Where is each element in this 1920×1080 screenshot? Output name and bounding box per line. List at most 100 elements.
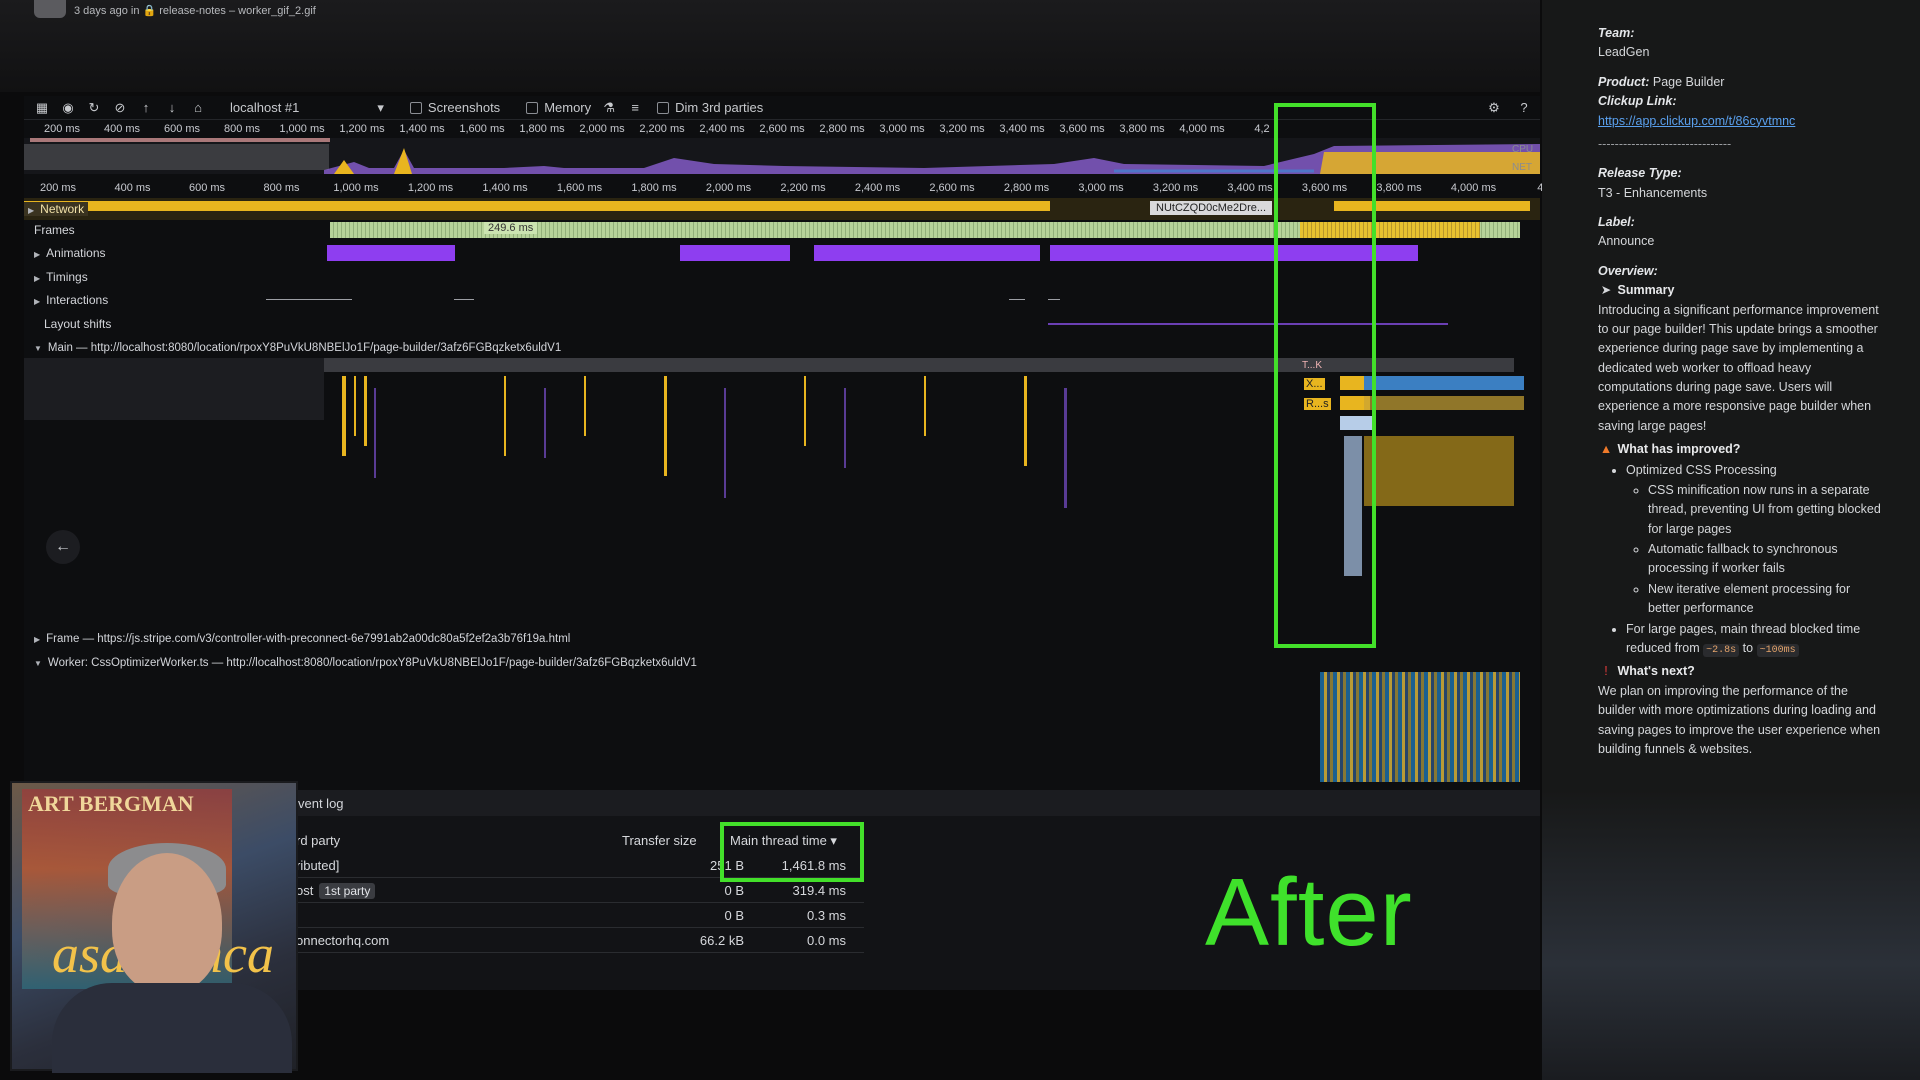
summary-heading: Summary [1617,283,1675,298]
help-icon[interactable]: ? [1516,100,1532,116]
poster-title: ART BERGMAN [28,791,194,816]
ruler-tick-label: 800 ms [223,123,261,135]
first-party-badge: 1st party [319,883,376,899]
ruler-tick-label: 1,400 ms [399,123,445,135]
ruler-tick-label: 1,600 ms [556,182,603,194]
list-item: Automatic fallback to synchronous proces… [1648,540,1882,579]
network-request-tag[interactable]: NUtCZQD0cMe2Dre... [1150,201,1273,215]
reload-icon[interactable]: ↻ [86,100,102,116]
interactions-label: Interactions [46,293,109,307]
ruler-tick-label: 400 ms [103,123,141,135]
worker-track[interactable]: ▼ Worker: CssOptimizerWorker.ts — http://… [24,652,1540,674]
frame-duration-tag: 249.6 ms [484,222,538,234]
ruler-tick-label: 1,000 ms [279,123,325,135]
tab-event-log[interactable]: vent log [298,796,344,811]
net-label: NET [1512,162,1532,173]
worker-label: Worker: CssOptimizerWorker.ts — http://l… [47,657,697,669]
ruler-tick-label: 3,000 ms [1078,182,1124,194]
ruler-tick-label: 3,400 ms [1227,182,1273,194]
settings-gear-icon[interactable]: ⚙ [1486,100,1502,116]
timings-label: Timings [46,270,88,284]
avatar[interactable] [34,0,66,18]
memory-checkbox[interactable]: Memory [526,100,591,115]
worker-flame-chart[interactable] [1320,672,1520,782]
product-value: Page Builder [1652,74,1725,89]
ruler-tick-label: 2,800 ms [819,123,865,135]
expand-triangle-icon[interactable]: ▶ [34,635,40,644]
message-header: 3 days ago in 🔒 release-notes – worker_g… [0,0,1540,92]
release-type-value: T3 - Enhancements [1598,185,1708,200]
ruler-tick-label: 4,2 [1254,123,1270,135]
dim-3rd-parties-checkbox[interactable]: Dim 3rd parties [657,100,763,115]
ruler-tick-label: 1,200 ms [407,182,454,194]
layout-shifts-label: Layout shifts [44,317,112,331]
frame-label: Frame — https://js.stripe.com/v3/control… [46,633,571,645]
clear-icon[interactable]: ⊘ [112,100,128,116]
record-icon[interactable]: ◉ [60,100,76,116]
layout-shift-line[interactable] [1048,323,1448,325]
ruler-tick-label: 600 ms [163,123,201,135]
clickup-link[interactable]: https://app.clickup.com/t/86cyvtmnc [1598,114,1795,128]
list-item: New iterative element processing for bet… [1648,580,1882,619]
improved-heading: What has improved? [1617,442,1741,457]
throttle-icon[interactable]: ≡ [627,100,643,116]
interaction-whisker[interactable] [1048,299,1060,300]
screenshots-checkbox[interactable]: Screenshots [409,100,500,115]
ruler-tick-label: 3,000 ms [879,123,925,135]
sidebar-toggle-icon[interactable]: ▦ [34,100,50,116]
upload-icon[interactable]: ↑ [138,100,154,116]
column-transfer-size[interactable]: Transfer size [622,833,697,848]
home-icon[interactable]: ⌂ [190,100,206,116]
ruler-tick-label: 3,600 ms [1059,123,1105,135]
ruler-tick-label: 1,600 ms [459,123,505,135]
ruler-tick-label: 3,800 ms [1119,123,1165,135]
column-party[interactable]: rd party [296,833,340,848]
back-arrow-icon[interactable]: ← [46,530,80,564]
list-item: For large pages, main thread blocked tim… [1626,620,1882,659]
ruler-tick-label: 800 ms [263,182,300,194]
list-item: CSS minification now runs in a separate … [1648,481,1882,539]
ruler-tick-label: 2,000 ms [579,123,625,135]
ruler-tick-label: 3,400 ms [999,123,1045,135]
ruler-tick-label: 200 ms [39,182,77,194]
ruler-tick-label: 600 ms [188,182,226,194]
animations-label: Animations [46,246,106,260]
frames-label: Frames [34,223,75,237]
target-select[interactable]: localhost #1 ▾ [230,100,384,116]
interaction-whisker[interactable] [266,299,352,300]
channel-link[interactable]: release-notes [159,5,226,17]
main-thread-label: Main — http://localhost:8080/location/rp… [47,342,562,354]
ruler-tick-label: 2,800 ms [1003,182,1050,194]
presenter-face [112,853,222,993]
ruler-tick-label: 2,200 ms [780,182,826,194]
interaction-whisker[interactable] [1009,299,1025,300]
team-value: LeadGen [1598,45,1650,60]
expand-triangle-icon[interactable]: ▶ [34,274,40,283]
ruler-tick-label: 2,400 ms [854,182,901,194]
ruler-tick-label: 1,800 ms [631,182,677,194]
ruler-tick-label: 3,200 ms [1152,182,1199,194]
broom-icon[interactable]: ⚗ [601,100,617,116]
download-icon[interactable]: ↓ [164,100,180,116]
interaction-whisker[interactable] [454,299,474,300]
webcam-overlay: ART BERGMAN asablanca [10,781,298,1073]
expand-triangle-icon[interactable]: ▶ [28,206,34,215]
divider: -------------------------------- [1598,136,1732,151]
ruler-tick-label: 1,400 ms [482,182,528,194]
network-bar [24,201,1050,211]
chevron-down-icon: ▾ [377,99,384,115]
expand-triangle-icon[interactable]: ▶ [34,297,40,306]
collapse-triangle-icon[interactable]: ▼ [34,659,42,668]
exclamation-icon: ! [1604,664,1608,679]
expand-triangle-icon[interactable]: ▶ [34,250,40,259]
animation-bar[interactable] [327,245,455,261]
cpu-label: CPU [1512,144,1534,155]
ruler-tick-label: 2,000 ms [705,182,752,194]
summary-text: Introducing a significant performance im… [1598,302,1879,433]
after-overlay-label: After [1205,859,1413,966]
file-name[interactable]: worker_gif_2.gif [238,5,316,17]
collapse-triangle-icon[interactable]: ▼ [34,344,42,353]
animation-bar[interactable] [680,245,790,261]
animation-bar[interactable] [814,245,1040,261]
network-label: Network [40,202,85,216]
